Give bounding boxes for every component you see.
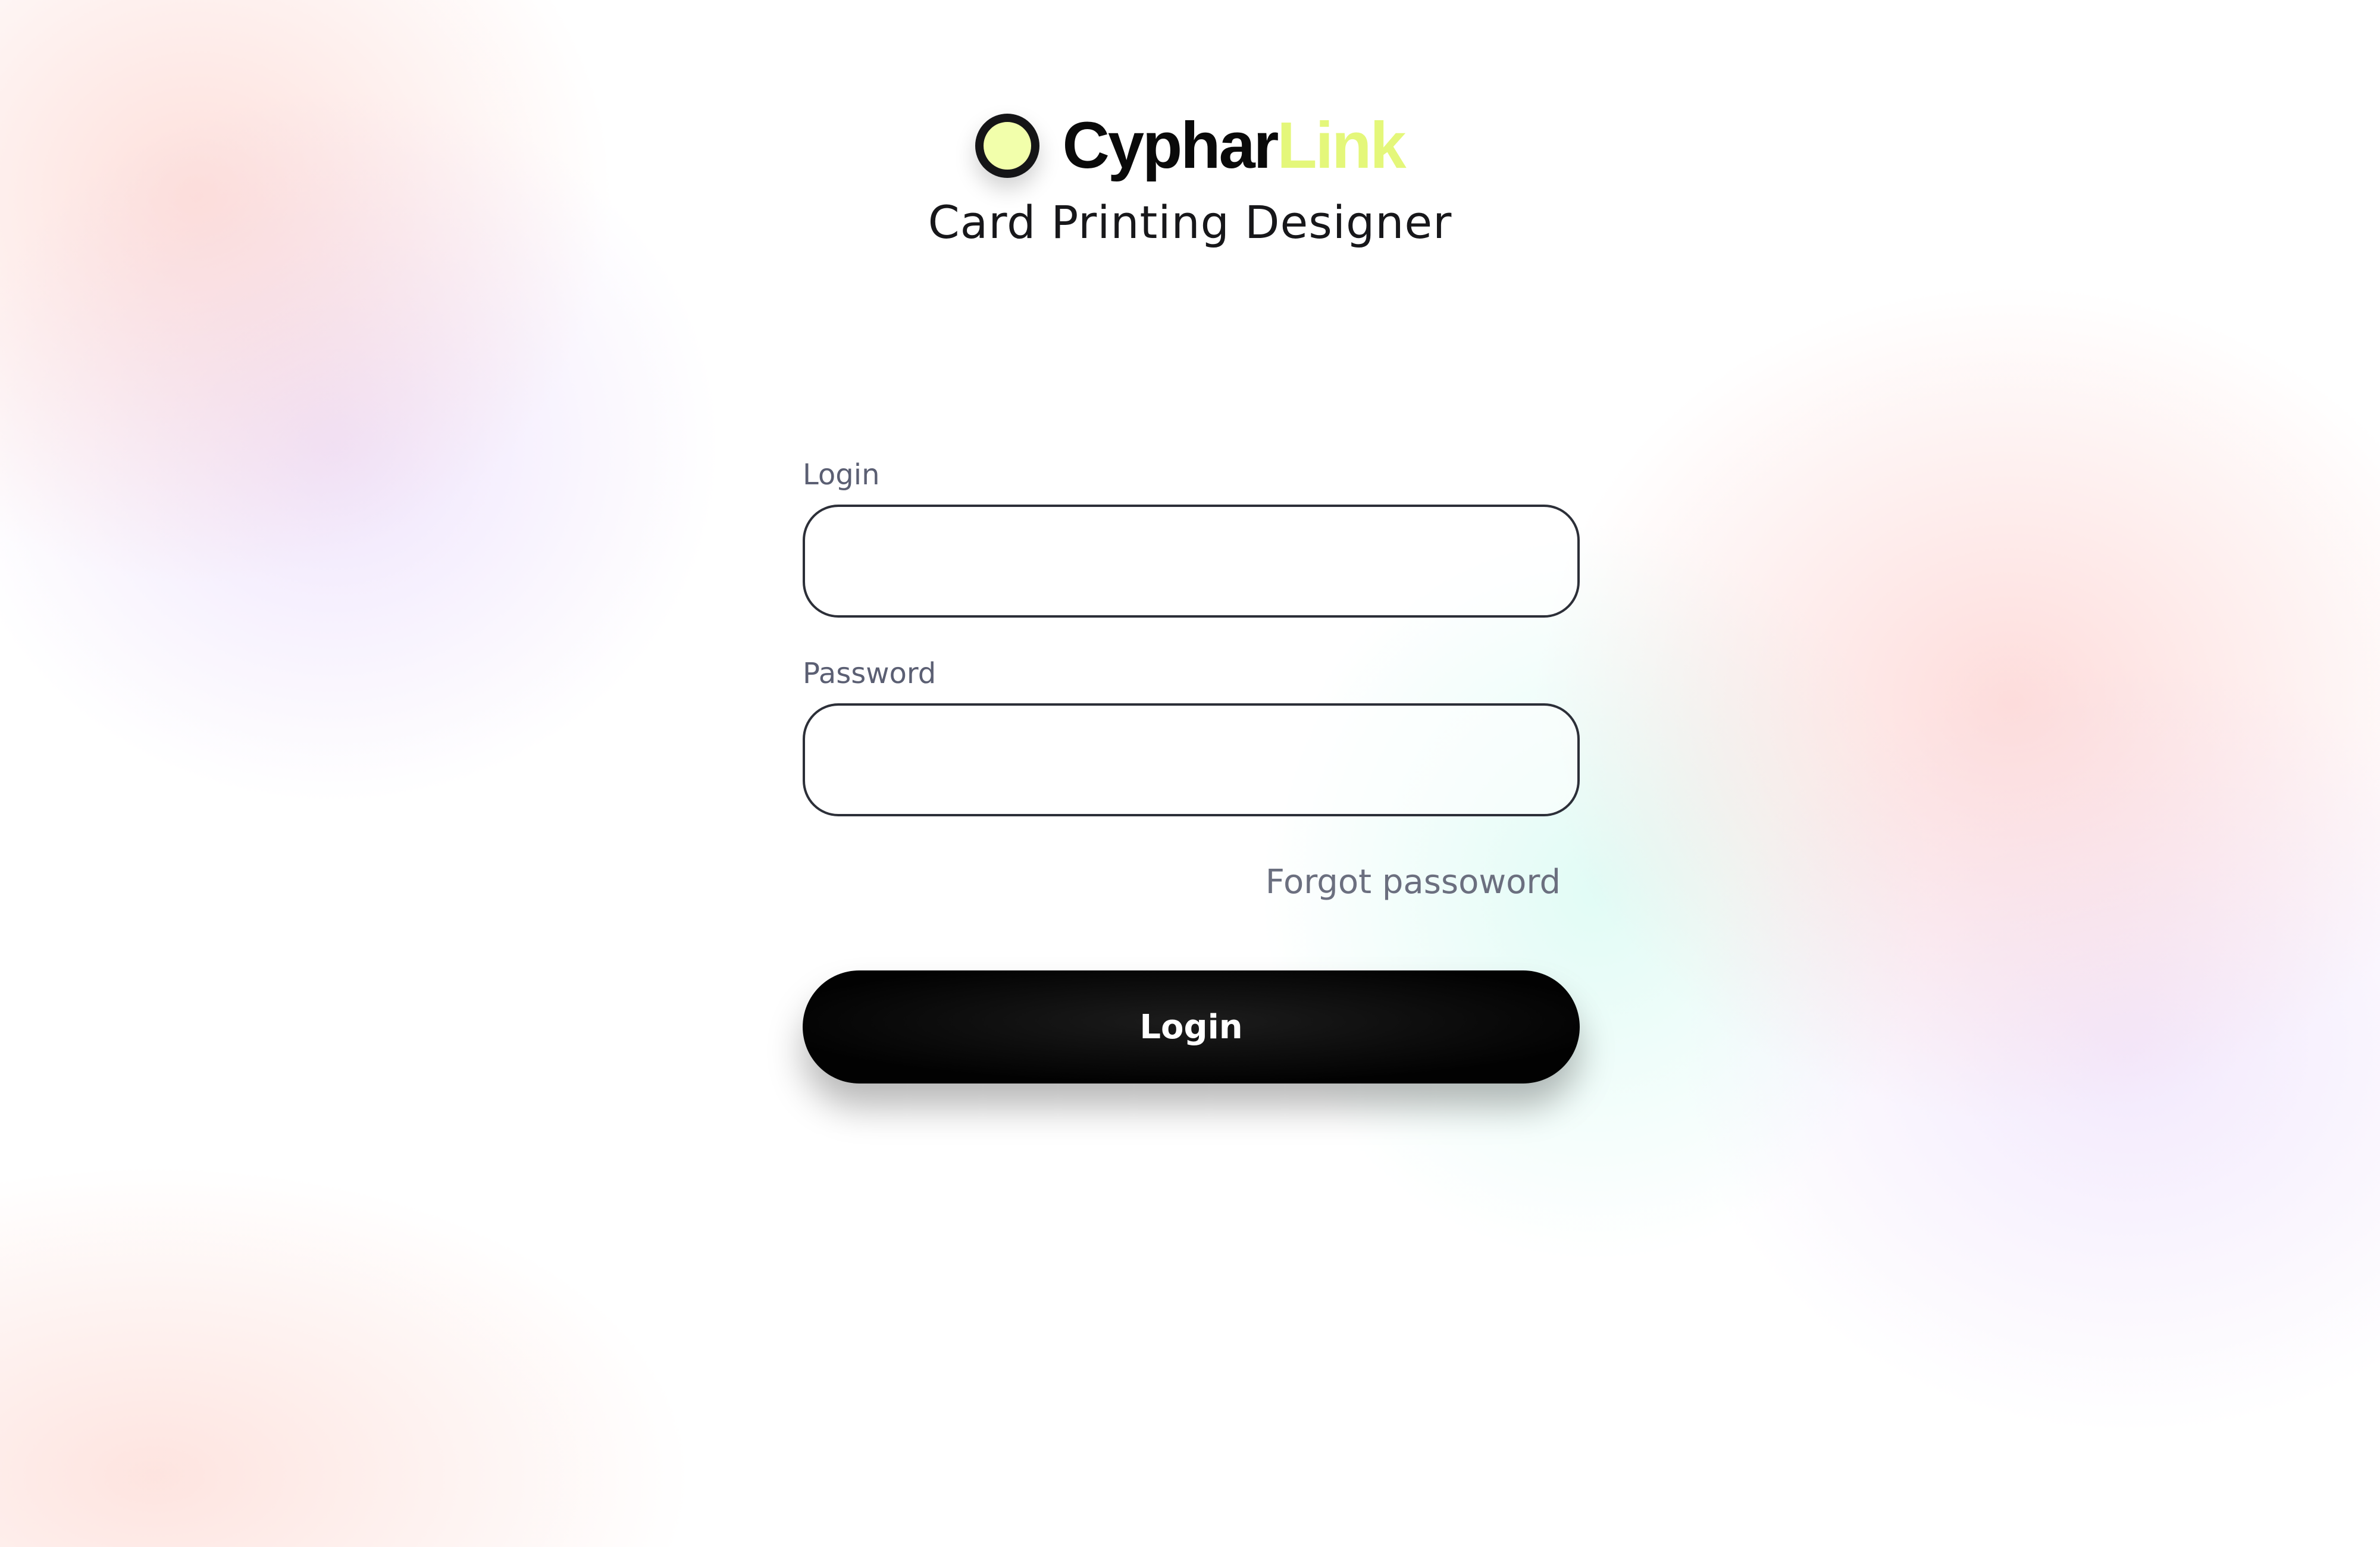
app-subtitle: Card Printing Designer: [928, 196, 1452, 249]
login-input[interactable]: [803, 505, 1580, 618]
login-form: Login Password Forgot passoword Login: [803, 458, 1580, 1083]
login-button[interactable]: Login: [803, 970, 1580, 1083]
circle-logo-icon: [975, 114, 1040, 178]
forgot-password-link[interactable]: Forgot passoword: [803, 863, 1580, 901]
brand-name-accent: Link: [1277, 109, 1406, 182]
brand-logo-row: CypharLink: [975, 113, 1407, 178]
password-input[interactable]: [803, 703, 1580, 816]
brand-name-primary: Cyphar: [1062, 109, 1279, 182]
brand-header: CypharLink Card Printing Designer: [0, 113, 2380, 249]
brand-wordmark: CypharLink: [1062, 113, 1406, 178]
password-label: Password: [803, 657, 937, 690]
login-label: Login: [803, 458, 880, 491]
